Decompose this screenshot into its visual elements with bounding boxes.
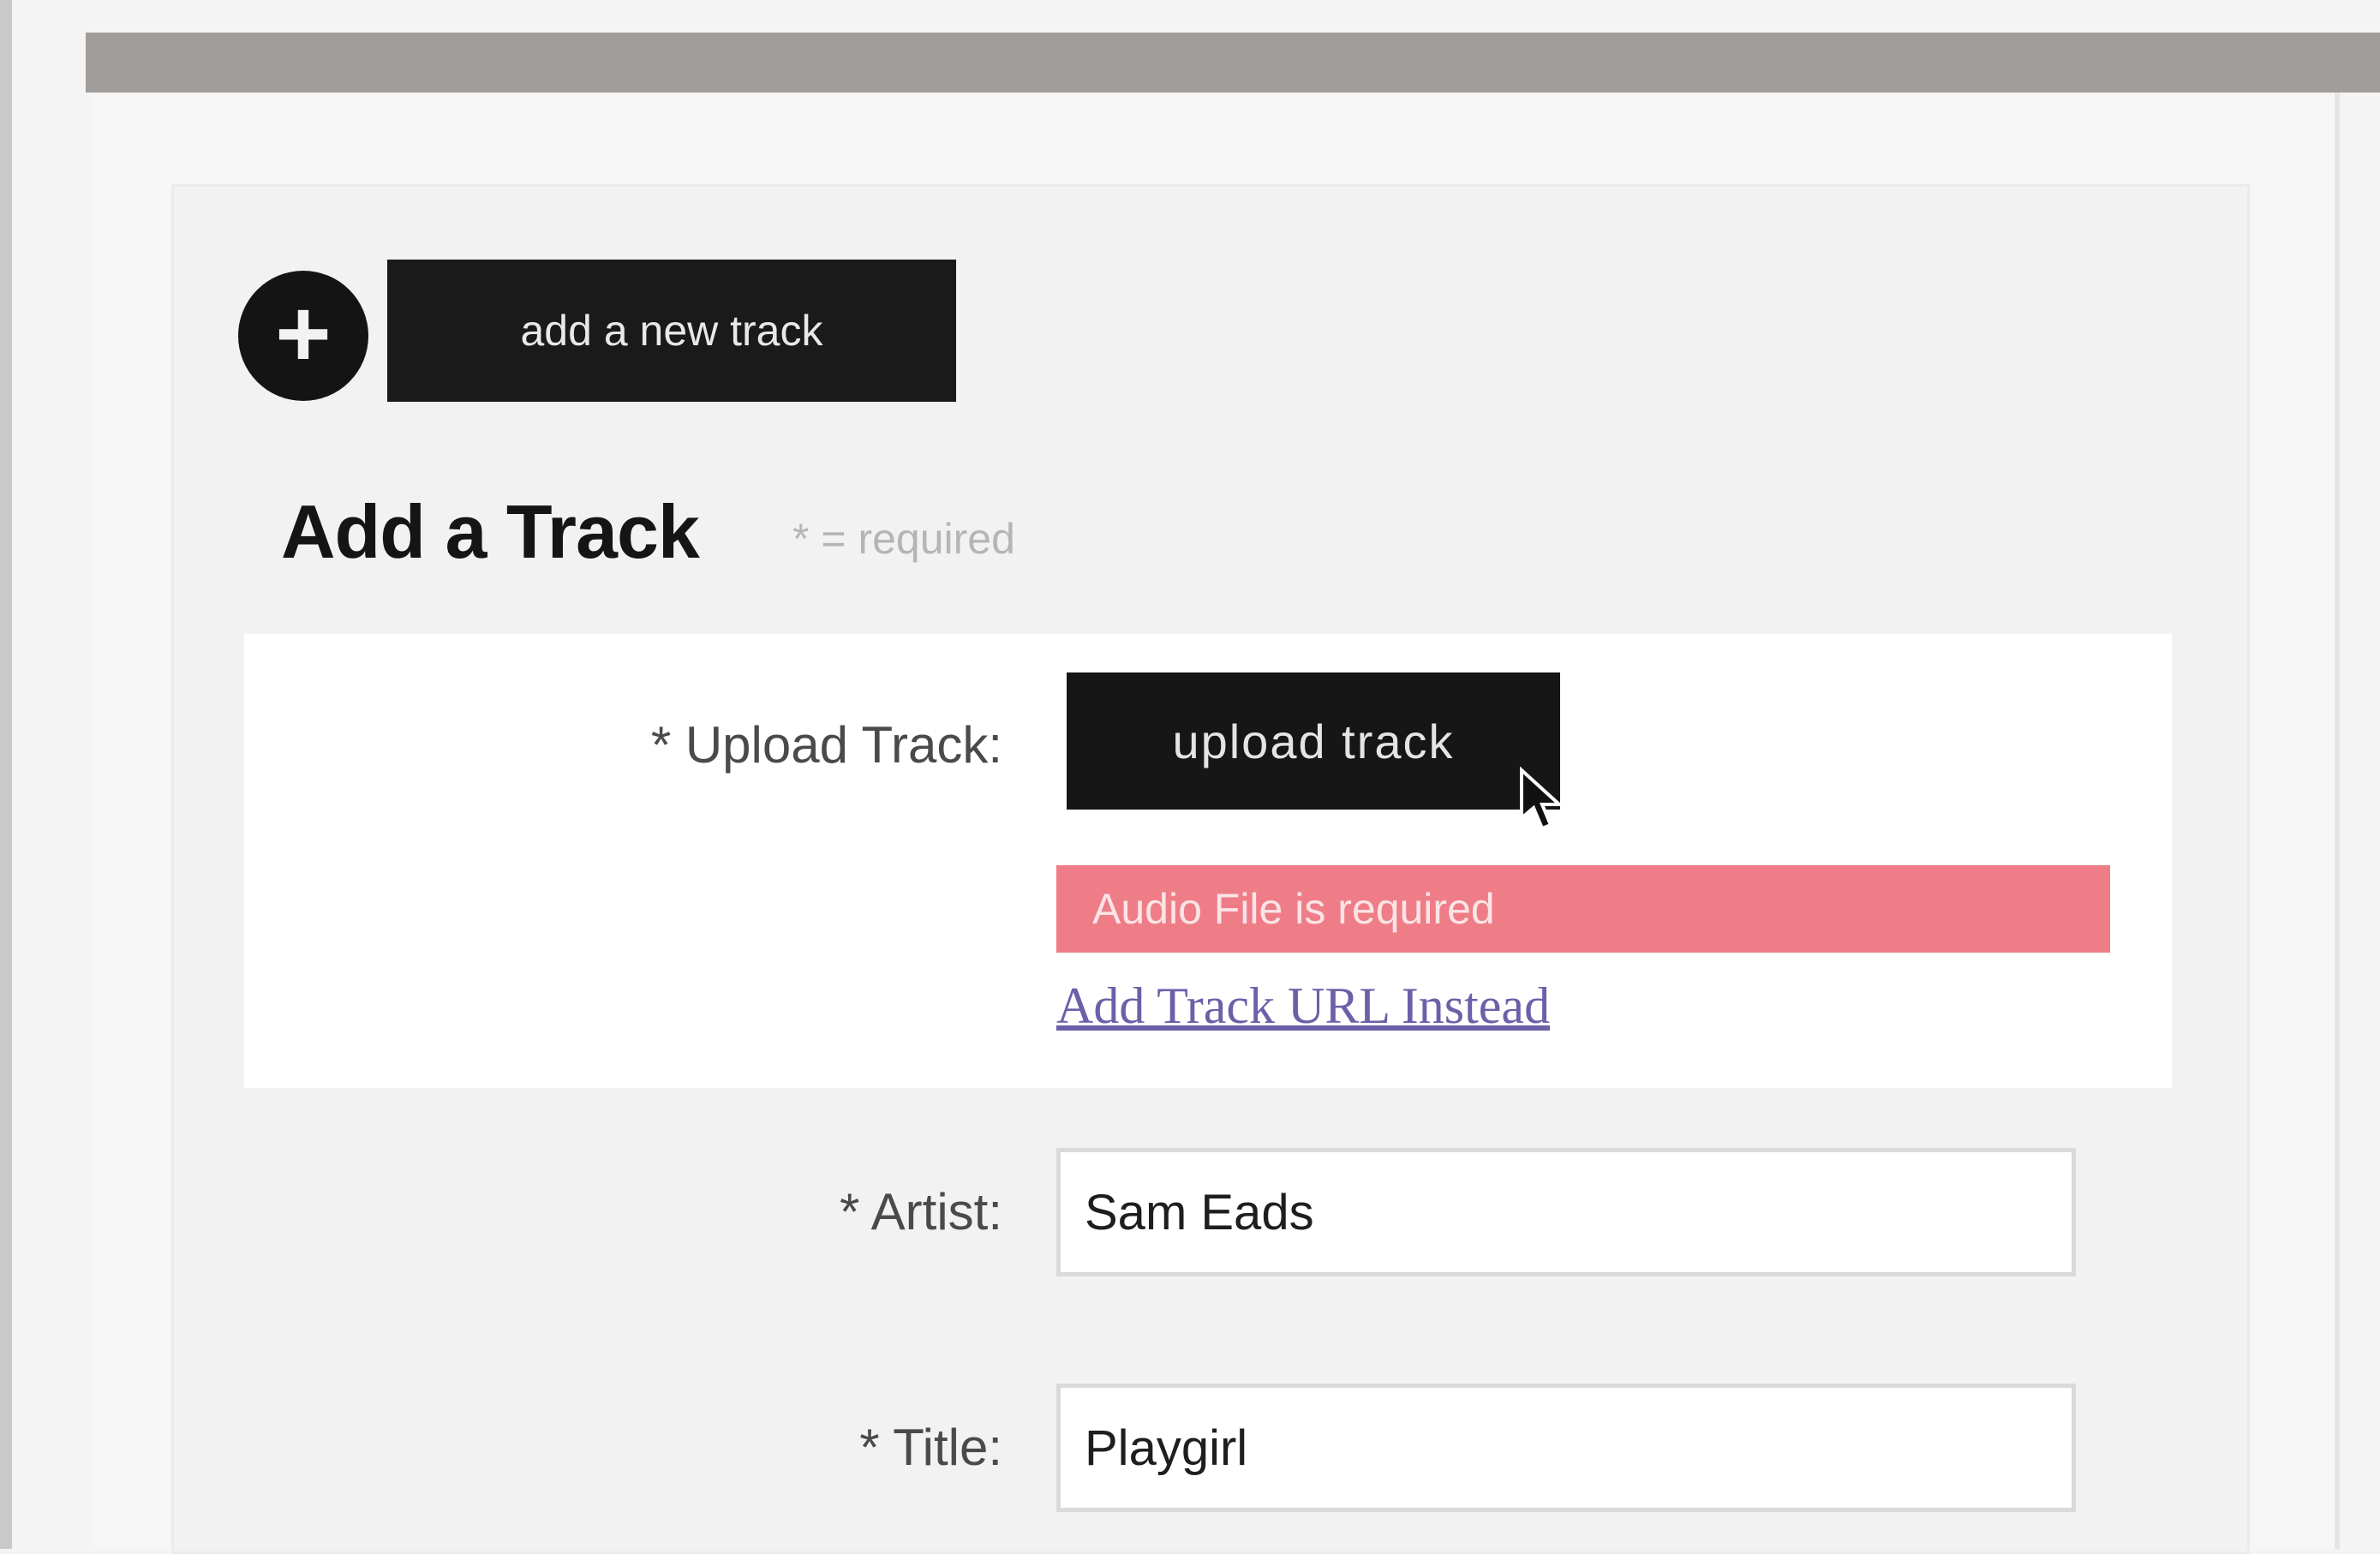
cursor-icon (1520, 767, 1564, 831)
required-note: * = required (792, 515, 1015, 563)
top-bar (86, 33, 2380, 93)
upload-error-message: Audio File is required (1056, 865, 2110, 953)
artist-input[interactable] (1056, 1148, 2076, 1276)
upload-track-label: * Upload Track: (650, 716, 1002, 774)
plus-icon[interactable]: + (238, 271, 368, 401)
upload-track-button[interactable]: upload track (1067, 672, 1560, 810)
title-input[interactable] (1056, 1384, 2076, 1512)
add-track-url-link[interactable]: Add Track URL Instead (1056, 977, 1550, 1036)
title-label: * Title: (859, 1419, 1002, 1476)
form-title: Add a Track (281, 489, 700, 574)
artist-label: * Artist: (839, 1183, 1002, 1240)
add-new-track-button[interactable]: add a new track (387, 260, 956, 402)
window-left-edge (0, 0, 12, 1549)
